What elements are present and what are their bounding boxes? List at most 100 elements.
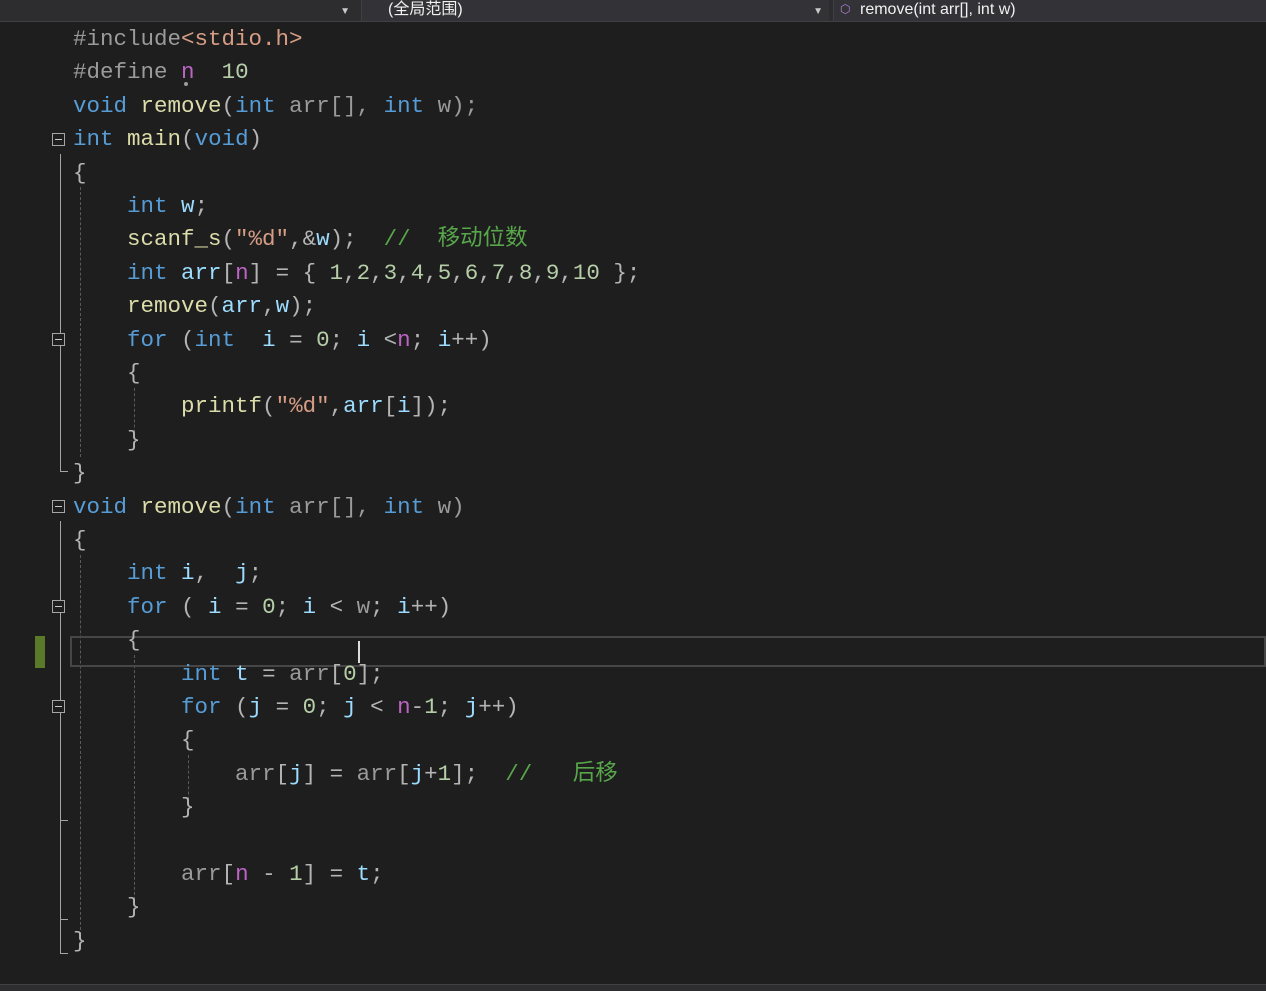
code-line[interactable]: } bbox=[0, 424, 1266, 457]
code-line[interactable]: { bbox=[0, 524, 1266, 557]
code-token: int bbox=[235, 92, 276, 119]
code-token: int bbox=[73, 126, 114, 153]
code-text: void remove(int arr[], int w); bbox=[73, 90, 478, 123]
code-line[interactable]: for (j = 0; j < n-1; j++) bbox=[0, 691, 1266, 724]
code-token: 0 bbox=[302, 694, 317, 720]
code-text: void remove(int arr[], int w) bbox=[73, 491, 465, 524]
code-token: void bbox=[73, 92, 128, 119]
code-text: arr[n - 1] = t; bbox=[73, 858, 384, 891]
code-token: 2 bbox=[356, 259, 371, 286]
code-token: i bbox=[397, 593, 411, 620]
code-token: , bbox=[329, 393, 344, 420]
code-token: arr bbox=[235, 760, 276, 787]
code-line[interactable]: int main(void) bbox=[0, 123, 1266, 156]
code-token: ( bbox=[208, 293, 222, 320]
code-token: arr bbox=[343, 393, 384, 420]
code-line[interactable]: { bbox=[0, 157, 1266, 190]
code-token: w bbox=[181, 193, 195, 219]
code-line[interactable]: for ( i = 0; i < w; i++) bbox=[0, 591, 1266, 624]
code-line[interactable]: void remove(int arr[], int w); bbox=[0, 90, 1266, 123]
code-token: ); bbox=[329, 226, 384, 253]
code-token: ++) bbox=[451, 326, 492, 353]
code-token: arr bbox=[356, 760, 398, 787]
code-text: } bbox=[73, 925, 87, 958]
code-token: w); bbox=[424, 92, 479, 119]
code-token: ; bbox=[437, 694, 465, 720]
code-token: < bbox=[316, 593, 357, 620]
code-token: n bbox=[235, 259, 249, 286]
code-token: , bbox=[559, 259, 573, 286]
code-line[interactable]: printf("%d",arr[i]); bbox=[0, 390, 1266, 423]
code-line[interactable]: remove(arr,w); bbox=[0, 290, 1266, 323]
code-token: arr bbox=[289, 660, 330, 687]
code-text: scanf_s("%d",&w); // 移动位数 bbox=[73, 223, 528, 256]
code-token: - bbox=[410, 694, 425, 720]
code-line[interactable]: { bbox=[0, 624, 1266, 657]
code-line[interactable]: for (int i = 0; i <n; i++) bbox=[0, 324, 1266, 357]
code-line[interactable]: int arr[n] = { 1,2,3,4,5,6,7,8,9,10 }; bbox=[0, 257, 1266, 290]
code-token: main bbox=[127, 126, 182, 153]
code-token: ); bbox=[289, 293, 317, 320]
code-line[interactable]: arr[n - 1] = t; bbox=[0, 858, 1266, 891]
code-token: [ bbox=[275, 760, 290, 787]
code-token: , bbox=[262, 293, 276, 320]
code-line[interactable]: void remove(int arr[], int w) bbox=[0, 491, 1266, 524]
code-line[interactable]: int t = arr[0]; bbox=[0, 658, 1266, 691]
code-token: 1 bbox=[289, 861, 303, 887]
code-token: i bbox=[262, 326, 276, 353]
code-line[interactable]: arr[j] = arr[j+1]; // 后移 bbox=[0, 758, 1266, 791]
code-token: ] = bbox=[302, 861, 357, 887]
code-token: w bbox=[356, 593, 371, 620]
code-line[interactable]: { bbox=[0, 357, 1266, 390]
code-token: ]; bbox=[451, 760, 506, 787]
code-text: int i, j; bbox=[73, 557, 262, 590]
code-token: 0 bbox=[316, 326, 330, 353]
code-token: [ bbox=[221, 259, 236, 286]
code-token: for bbox=[127, 593, 168, 620]
code-token: int bbox=[127, 259, 168, 286]
code-token: } bbox=[73, 460, 87, 487]
member-dropdown[interactable]: ⬡ remove(int arr[], int w) bbox=[833, 0, 1266, 21]
code-line[interactable]: #define n 10 bbox=[0, 56, 1266, 89]
code-line[interactable]: int w; bbox=[0, 190, 1266, 223]
code-line[interactable]: } bbox=[0, 925, 1266, 958]
code-line[interactable]: { bbox=[0, 724, 1266, 757]
code-token: [ bbox=[397, 760, 411, 787]
code-line[interactable] bbox=[0, 825, 1266, 858]
code-line[interactable]: #include<stdio.h> bbox=[0, 23, 1266, 56]
editor-bottom-bar bbox=[0, 984, 1266, 991]
code-token: 9 bbox=[545, 259, 560, 286]
code-token: { bbox=[73, 360, 141, 386]
code-token: 0 bbox=[343, 660, 357, 687]
code-token: j bbox=[343, 694, 357, 720]
code-line[interactable]: scanf_s("%d",&w); // 移动位数 bbox=[0, 223, 1266, 256]
code-token: ( bbox=[167, 326, 195, 353]
code-line[interactable]: } bbox=[0, 457, 1266, 490]
code-text: } bbox=[73, 424, 141, 457]
scope-dropdown[interactable]: (全局范围) ▼ bbox=[361, 0, 829, 21]
code-token: ]; bbox=[356, 660, 384, 687]
code-token: w bbox=[275, 293, 290, 320]
code-editor[interactable]: #include<stdio.h> #define n 10 void remove… bbox=[0, 22, 1266, 984]
code-token: arr bbox=[221, 293, 263, 320]
code-line[interactable]: } bbox=[0, 891, 1266, 924]
code-line[interactable]: int i, j; bbox=[0, 557, 1266, 590]
code-token: }; bbox=[599, 259, 641, 286]
code-token: { bbox=[73, 527, 87, 553]
code-token: remove bbox=[140, 92, 222, 119]
code-text: } bbox=[73, 457, 87, 490]
code-token: ,& bbox=[289, 226, 317, 253]
code-token: ( bbox=[221, 92, 236, 119]
project-dropdown[interactable]: ▼ bbox=[0, 0, 356, 21]
code-line[interactable]: } bbox=[0, 791, 1266, 824]
code-token: , bbox=[532, 259, 546, 286]
code-token: ( bbox=[221, 226, 236, 253]
code-token: arr[], bbox=[275, 493, 384, 520]
code-token: ++) bbox=[410, 593, 452, 620]
code-token: 8 bbox=[518, 259, 533, 286]
code-token: , bbox=[370, 259, 384, 286]
